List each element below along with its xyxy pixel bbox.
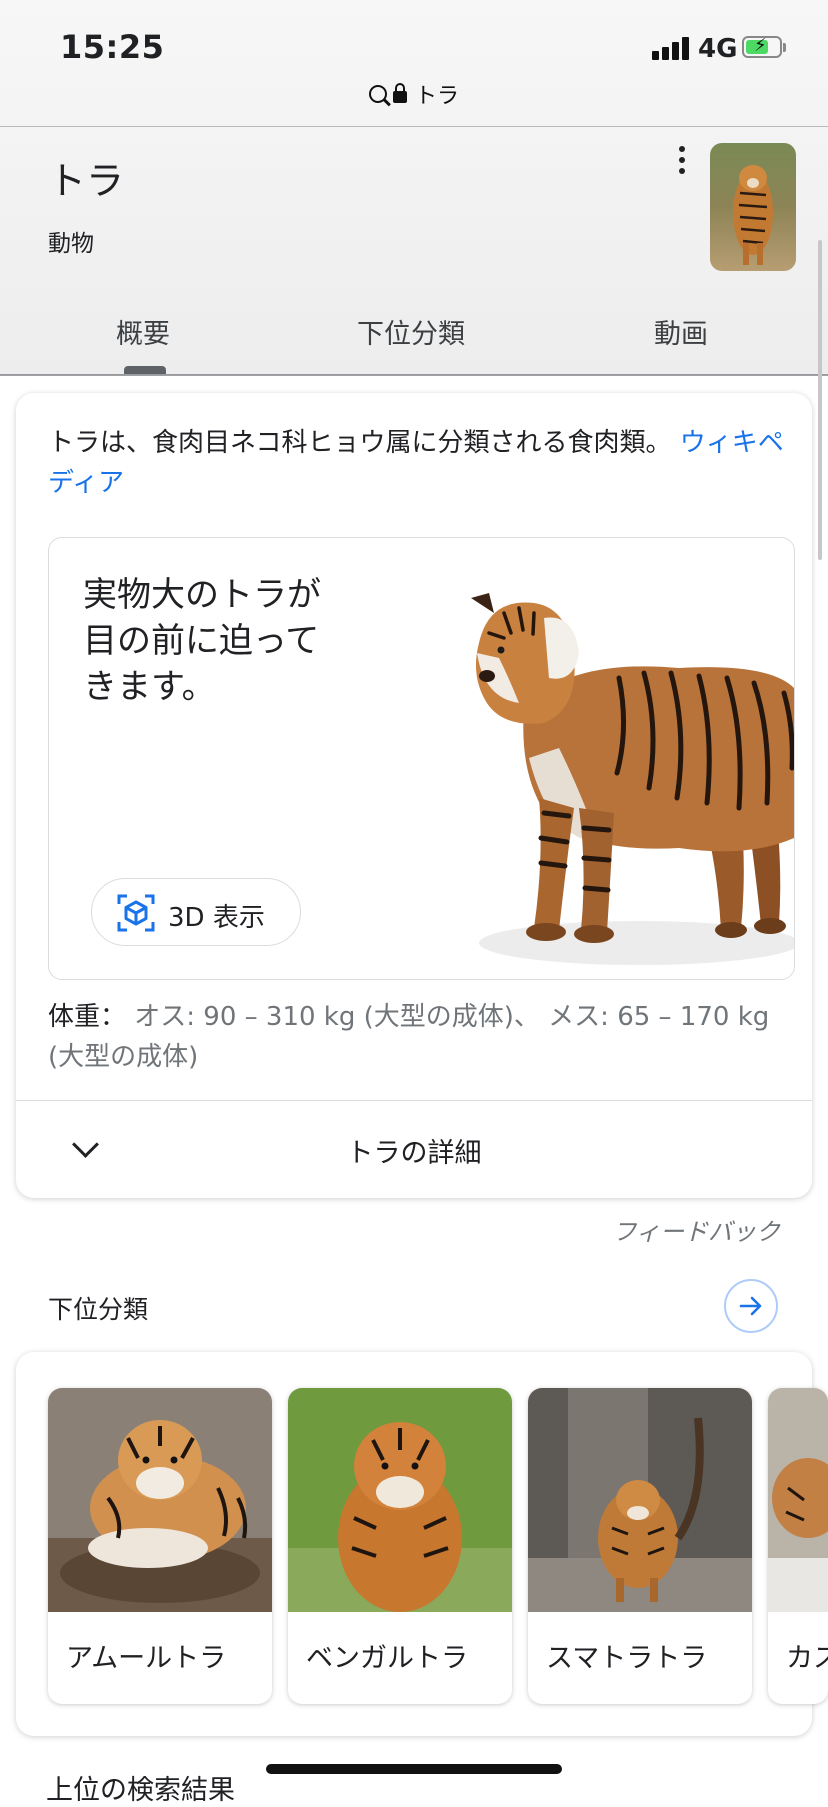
subclass-label: ベンガルトラ [306, 1643, 468, 1674]
sumatran-tiger-image [528, 1388, 752, 1612]
subclass-item-bengal[interactable]: ベンガルトラ [288, 1388, 512, 1704]
battery-icon: ⚡ [742, 35, 782, 58]
entity-title: トラ [48, 159, 125, 203]
status-time: 15:25 [60, 28, 165, 66]
lock-icon [392, 83, 407, 103]
tab-videos[interactable]: 動画 [654, 312, 708, 351]
tab-overview[interactable]: 概要 [116, 312, 170, 351]
description: トラは、食肉目ネコ科ヒョウ属に分類される食肉類。 ウィキペディア [48, 423, 788, 503]
arrow-right-icon [739, 1296, 762, 1316]
tiger-3d-model-image [471, 593, 794, 965]
subclass-item-sumatran[interactable]: スマトラトラ [528, 1388, 752, 1704]
scrollbar[interactable] [818, 240, 822, 560]
network-type: 4G [698, 34, 738, 64]
search-icon [368, 85, 387, 103]
view-in-3d-label: 3D 表示 [168, 903, 265, 933]
more-details-label: トラの詳細 [346, 1138, 482, 1169]
feedback-link[interactable]: フィードバック [560, 1212, 780, 1247]
ar-promo-card[interactable]: 実物大のトラが目の前に迫ってきます。 3D 表示 [48, 537, 795, 980]
entity-thumbnail[interactable] [710, 143, 796, 271]
home-indicator[interactable] [266, 1764, 562, 1774]
url-text: トラ [414, 84, 459, 109]
weight-label: 体重： [48, 1002, 127, 1032]
weight-value: オス: 90 – 310 kg (大型の成体)、 メス: 65 – 170 kg… [48, 1002, 770, 1072]
subclass-carousel: アムールトラ ベンガルトラ スマトラトラ カス [16, 1352, 828, 1736]
subclass-item-caspian[interactable]: カス [768, 1388, 828, 1704]
subclass-label: カス [786, 1643, 828, 1674]
amur-tiger-image [48, 1388, 272, 1612]
view-in-3d-button[interactable]: 3D 表示 [91, 878, 301, 946]
caspian-tiger-image [768, 1388, 828, 1612]
battery-tip [783, 43, 786, 52]
signal-strength-icon [652, 36, 692, 60]
subclass-more-button[interactable] [724, 1279, 778, 1333]
bengal-tiger-image [288, 1388, 512, 1612]
top-results-heading: 上位の検索結果 [46, 1775, 235, 1806]
overview-card: トラは、食肉目ネコ科ヒョウ属に分類される食肉類。 ウィキペディア 実物大のトラが… [16, 393, 812, 1198]
subclass-item-amur[interactable]: アムールトラ [48, 1388, 272, 1704]
description-text: トラは、食肉目ネコ科ヒョウ属に分類される食肉類。 [48, 428, 672, 458]
tab-bar: 概要 下位分類 動画 [0, 300, 828, 374]
weight-fact: 体重： オス: 90 – 310 kg (大型の成体)、 メス: 65 – 17… [48, 997, 798, 1077]
divider [0, 126, 828, 127]
subclass-header: 下位分類 [48, 1295, 149, 1324]
entity-subtitle: 動物 [48, 231, 94, 257]
active-tab-indicator [124, 366, 166, 374]
ar-promo-text: 実物大のトラが目の前に迫ってきます。 [83, 575, 321, 707]
more-details-button[interactable]: トラの詳細 [16, 1101, 812, 1198]
subclass-label: アムールトラ [66, 1643, 227, 1674]
url-bar[interactable]: トラ [0, 78, 828, 112]
status-bar: 15:25 4G ⚡ [0, 0, 828, 80]
more-options-icon[interactable] [670, 146, 694, 176]
subclass-label: スマトラトラ [546, 1643, 708, 1674]
tab-subclass[interactable]: 下位分類 [357, 312, 465, 351]
ar-cube-icon [117, 894, 155, 932]
tabs-divider [0, 374, 828, 376]
